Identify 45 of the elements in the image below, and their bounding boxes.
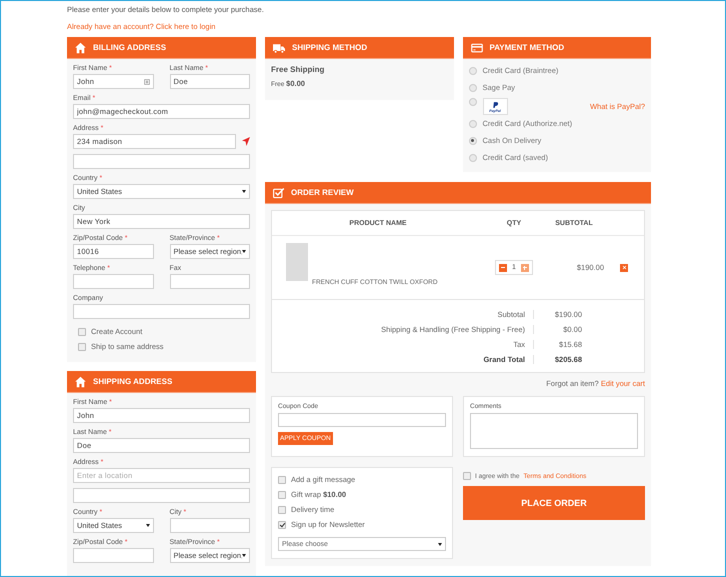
caret-icon: [242, 190, 246, 193]
remove-button[interactable]: [620, 264, 628, 272]
radio-button[interactable]: [468, 136, 476, 144]
home-icon: [74, 376, 87, 388]
checkbox[interactable]: [278, 476, 286, 484]
credit-card-icon: [470, 42, 484, 54]
coupon-field[interactable]: [278, 413, 446, 427]
section-title: SHIPPING ADDRESS: [93, 377, 172, 386]
close-icon: [622, 265, 626, 270]
checkbox[interactable]: [278, 506, 286, 514]
radio-button[interactable]: [468, 120, 476, 128]
caret-icon: [438, 542, 442, 546]
checkbox[interactable]: [463, 472, 471, 480]
text-field[interactable]: [73, 274, 154, 289]
radio-button[interactable]: [468, 84, 476, 92]
caret-icon: [146, 524, 150, 527]
photo-placeholder: [286, 242, 308, 280]
truck-icon: [272, 42, 286, 54]
place-order-button[interactable]: PLACE ORDER: [463, 486, 645, 520]
section-title: ORDER REVIEW: [291, 188, 354, 197]
section-title: SHIPPING METHOD: [292, 43, 368, 52]
text-field[interactable]: [73, 488, 250, 503]
text-field[interactable]: [73, 304, 250, 319]
shipping-method-name: Free Shipping: [271, 65, 326, 74]
text-field[interactable]: [170, 274, 250, 289]
radio-button[interactable]: [468, 66, 476, 74]
caret-icon: [242, 554, 246, 557]
caret-icon: [242, 250, 246, 253]
p-logo-icon: [492, 100, 498, 108]
checkbox[interactable]: [78, 328, 86, 336]
section-title: BILLING ADDRESS: [93, 43, 166, 52]
radio-button[interactable]: [468, 98, 476, 106]
comments-field[interactable]: [470, 413, 638, 449]
home-icon: [74, 42, 87, 54]
checkbox[interactable]: [78, 342, 86, 350]
text-field[interactable]: [73, 548, 154, 563]
checkbox[interactable]: [278, 520, 286, 528]
checkbox[interactable]: [278, 490, 286, 498]
plus-icon[interactable]: [520, 264, 529, 272]
text-field[interactable]: [170, 518, 250, 533]
text-field[interactable]: [73, 154, 250, 169]
minus-icon[interactable]: [499, 264, 508, 272]
checkbox-icon: [272, 186, 285, 198]
radio-button[interactable]: [468, 154, 476, 162]
section-title: PAYMENT METHOD: [490, 43, 564, 52]
